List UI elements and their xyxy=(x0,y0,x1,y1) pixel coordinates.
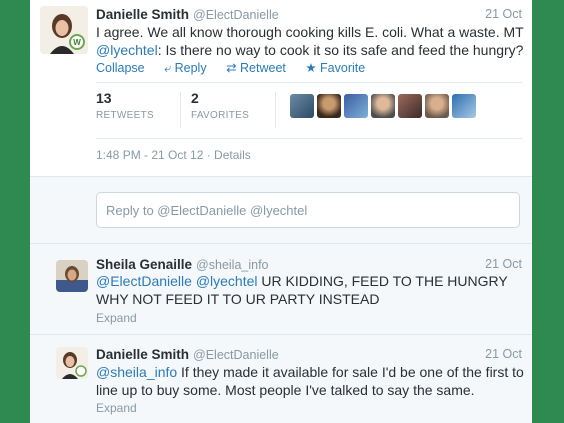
mention-link[interactable]: @lyechtel xyxy=(196,273,258,289)
retweets-label: RETWEETS xyxy=(96,110,154,121)
avatar[interactable] xyxy=(56,347,88,379)
retweets-stat[interactable]: 13 RETWEETS xyxy=(96,90,154,121)
reply-tweet[interactable]: Sheila Genaille @sheila_info 21 Oct @Elec… xyxy=(30,244,532,335)
author-name[interactable]: Danielle Smith xyxy=(96,347,189,362)
mention-link[interactable]: @lyechtel xyxy=(96,42,158,58)
retweet-button[interactable]: ⇄ Retweet xyxy=(226,61,286,75)
favoriter-avatar[interactable] xyxy=(371,94,396,118)
stats-divider xyxy=(275,92,277,128)
tweet-text-part: I agree. We all know thorough cooking ki… xyxy=(96,24,524,40)
tweet-stats: 13 RETWEETS 2 FAVORITES xyxy=(96,90,479,134)
favoriter-avatar[interactable] xyxy=(290,94,315,118)
tweet-date[interactable]: 21 Oct xyxy=(485,257,522,271)
avatar-danielle-icon: W xyxy=(40,6,88,54)
author-handle[interactable]: @sheila_info xyxy=(196,258,268,272)
tweet-text: I agree. We all know thorough cooking ki… xyxy=(96,23,526,59)
favoriters-avatars xyxy=(290,94,479,118)
reply-arrow-icon: ⤶ xyxy=(164,61,175,75)
divider xyxy=(96,82,522,83)
favoriter-avatar[interactable] xyxy=(317,94,342,118)
svg-text:W: W xyxy=(73,38,81,47)
reply-area: Reply to @ElectDanielle @lyechtel xyxy=(30,176,532,244)
favoriter-avatar[interactable] xyxy=(344,94,369,118)
favoriter-avatar[interactable] xyxy=(425,94,450,118)
author-name[interactable]: Sheila Genaille xyxy=(96,257,192,272)
mention-link[interactable]: @ElectDanielle xyxy=(96,273,192,289)
tweet-text-part: : Is there no way to cook it so its safe… xyxy=(157,42,524,58)
retweet-label: Retweet xyxy=(240,61,286,75)
favorite-label: Favorite xyxy=(320,61,366,75)
favorite-button[interactable]: ★ Favorite xyxy=(305,61,365,75)
tweet-text: @sheila_info If they made it available f… xyxy=(96,363,526,399)
reply-label: Reply xyxy=(174,61,207,75)
expand-link[interactable]: Expand xyxy=(96,401,137,415)
avatar-sheila-icon xyxy=(56,260,88,292)
avatar[interactable]: W xyxy=(40,6,88,54)
retweets-count: 13 xyxy=(96,90,112,106)
tweet-date[interactable]: 21 Oct xyxy=(485,347,522,361)
mention-link[interactable]: @sheila_info xyxy=(96,364,177,380)
right-frame xyxy=(532,0,564,423)
avatar[interactable] xyxy=(56,260,88,292)
favorites-count: 2 xyxy=(190,90,199,106)
conversation-panel: W Danielle Smith @ElectDanielle 21 Oct I … xyxy=(30,0,532,423)
expand-link[interactable]: Expand xyxy=(96,311,137,325)
author-handle[interactable]: @ElectDanielle xyxy=(193,8,279,22)
avatar-danielle-icon xyxy=(56,347,88,379)
favoriter-avatar[interactable] xyxy=(452,94,477,118)
retweet-icon: ⇄ xyxy=(226,61,241,75)
left-frame xyxy=(0,0,30,423)
reply-input[interactable]: Reply to @ElectDanielle @lyechtel xyxy=(96,192,520,228)
tweet-date[interactable]: 21 Oct xyxy=(485,7,522,21)
tweet-text: @ElectDanielle @lyechtel UR KIDDING, FEE… xyxy=(96,272,526,308)
star-icon: ★ xyxy=(305,61,321,75)
tweet-actions: Collapse ⤶ Reply ⇄ Retweet ★ Favorite xyxy=(96,60,381,76)
favorites-label: FAVORITES xyxy=(190,110,250,121)
author-handle[interactable]: @ElectDanielle xyxy=(193,348,279,362)
favorites-stat[interactable]: 2 FAVORITES xyxy=(191,90,249,121)
stats-divider xyxy=(179,92,181,128)
collapse-link[interactable]: Collapse xyxy=(96,61,145,75)
reply-button[interactable]: ⤶ Reply xyxy=(164,61,206,75)
tweet-timestamp[interactable]: 1:48 PM - 21 Oct 12 · Details xyxy=(96,148,251,162)
main-tweet[interactable]: W Danielle Smith @ElectDanielle 21 Oct I … xyxy=(30,0,532,176)
favoriter-avatar[interactable] xyxy=(398,94,423,118)
author-name[interactable]: Danielle Smith xyxy=(96,7,189,22)
divider xyxy=(96,138,522,139)
reply-tweet[interactable]: Danielle Smith @ElectDanielle 21 Oct @she… xyxy=(30,335,532,423)
